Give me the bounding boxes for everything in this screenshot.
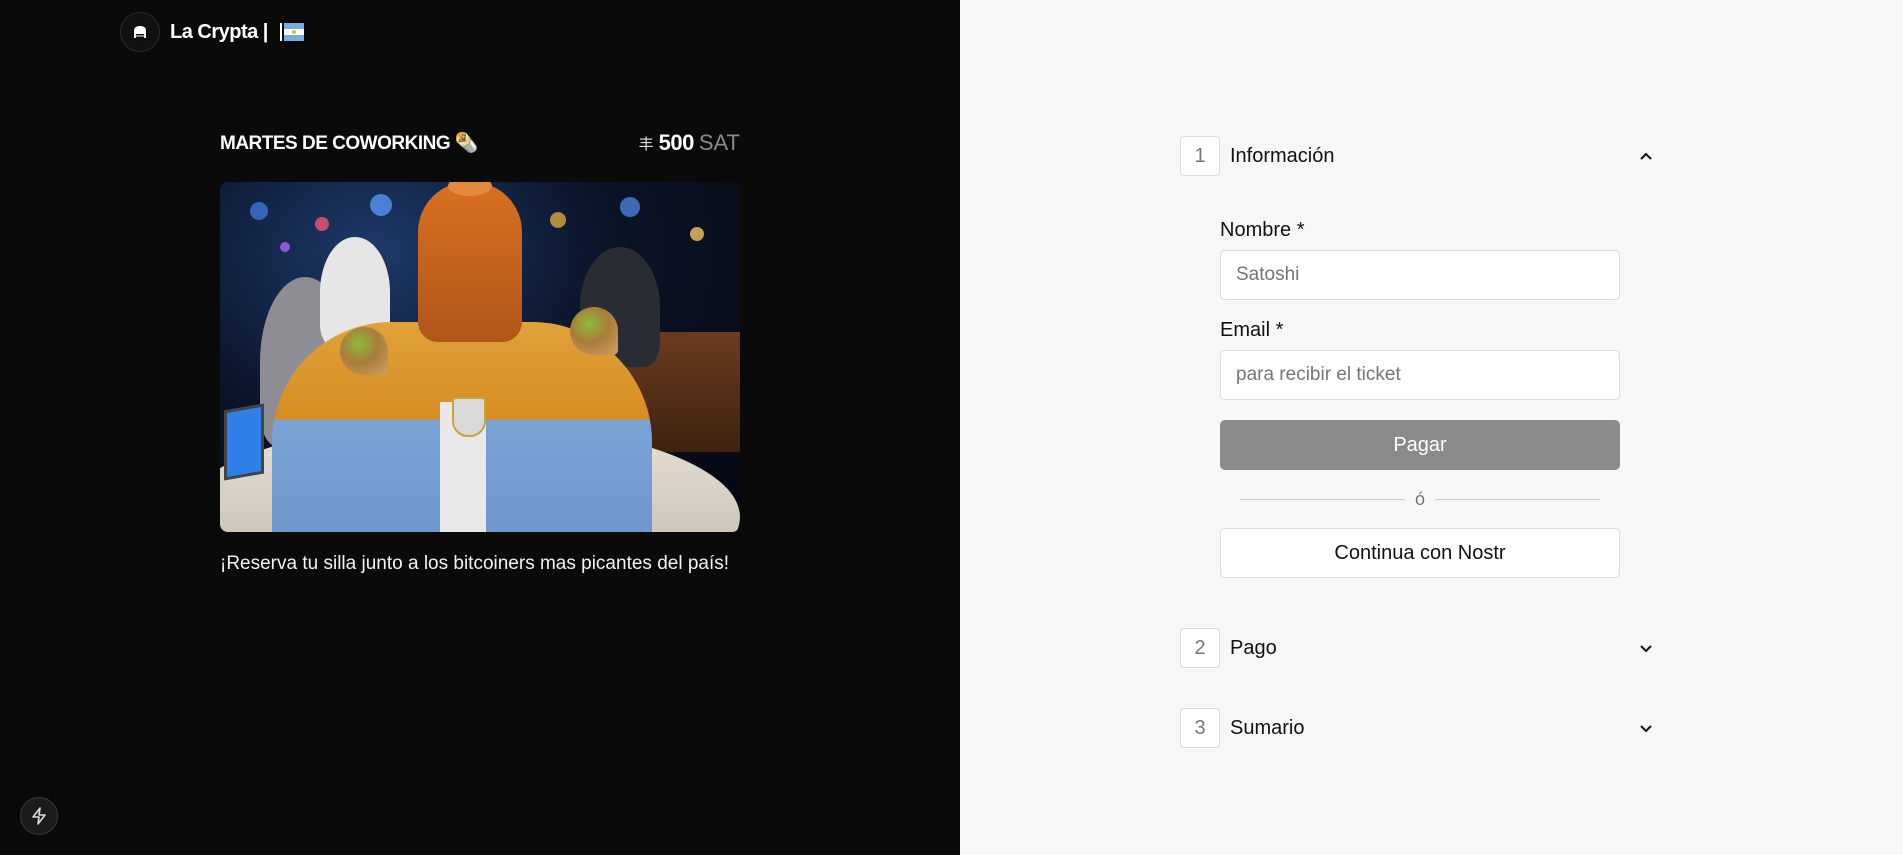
info-form: Nombre * Email * Pagar ó Continua con No… (1220, 218, 1620, 578)
or-divider: ó (1240, 484, 1601, 514)
divider-line (1435, 498, 1601, 500)
checkout-steps: 1 Información Nombre * Email * Pagar ó C… (1180, 136, 1660, 748)
argentina-flag-icon (279, 23, 304, 41)
pay-button[interactable]: Pagar (1220, 420, 1620, 470)
step-informacion: 1 Información Nombre * Email * Pagar ó C… (1180, 136, 1660, 578)
checkout-panel: 1 Información Nombre * Email * Pagar ó C… (960, 0, 1903, 855)
step-number: 3 (1180, 708, 1220, 748)
step-number: 2 (1180, 628, 1220, 668)
chevron-down-icon[interactable] (1632, 714, 1660, 742)
brand[interactable]: La Crypta | (120, 12, 304, 52)
nostr-login-button[interactable]: Continua con Nostr (1220, 528, 1620, 578)
step-sumario: 3 Sumario (1180, 708, 1660, 748)
event-description: ¡Reserva tu silla junto a los bitcoiners… (220, 553, 730, 574)
event-card: MARTES DE COWORKING 🌯 丰 500 SAT ¡Reserva… (220, 128, 740, 576)
event-photo (220, 182, 740, 532)
step-label: Sumario (1230, 716, 1305, 739)
divider-line (1240, 498, 1405, 500)
chevron-down-icon[interactable] (1632, 634, 1660, 662)
step-label: Información (1230, 144, 1335, 167)
brand-name: La Crypta | (170, 20, 268, 43)
email-label: Email * (1220, 319, 1284, 341)
step-header-informacion[interactable]: 1 Información (1180, 136, 1660, 176)
price-unit: SAT (698, 130, 740, 155)
event-price: 丰 500 SAT (639, 130, 740, 156)
step-number: 1 (1180, 136, 1220, 176)
divider-text: ó (1415, 488, 1426, 509)
chevron-up-icon[interactable] (1632, 142, 1660, 170)
la-crypta-logo-icon (120, 12, 160, 52)
email-input[interactable] (1220, 350, 1620, 400)
step-header-sumario[interactable]: 3 Sumario (1180, 708, 1660, 748)
satoshi-symbol-icon: 丰 (638, 135, 654, 153)
step-label: Pago (1230, 636, 1277, 659)
name-label: Nombre * (1220, 219, 1305, 241)
lightning-bolt-icon[interactable] (20, 797, 58, 835)
price-amount: 500 (658, 130, 695, 155)
event-panel: La Crypta | MARTES DE COWORKING 🌯 丰 500 … (0, 0, 960, 855)
step-header-pago[interactable]: 2 Pago (1180, 628, 1660, 668)
name-input[interactable] (1220, 250, 1620, 300)
event-title: MARTES DE COWORKING 🌯 (220, 133, 479, 154)
step-pago: 2 Pago (1180, 628, 1660, 668)
